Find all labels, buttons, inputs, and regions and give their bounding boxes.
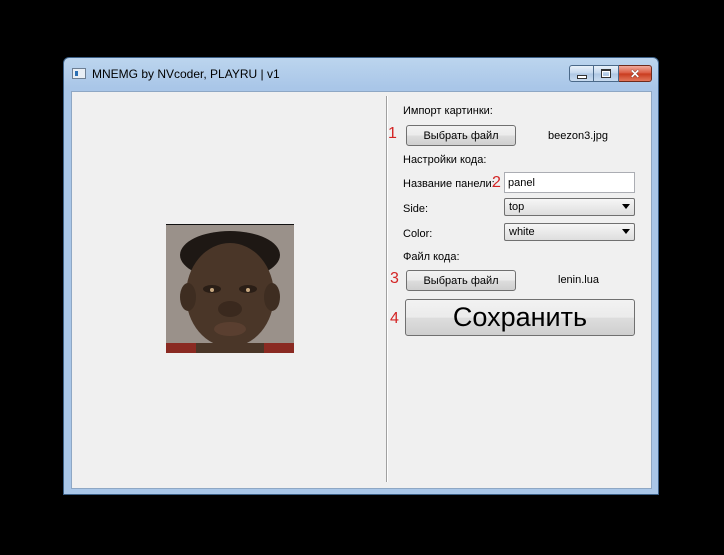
window-title: MNEMG by NVcoder, PLAYRU | v1 xyxy=(92,67,280,81)
app-window: MNEMG by NVcoder, PLAYRU | v1 ✕ Импорт к… xyxy=(63,57,659,495)
image-file-name: beezon3.jpg xyxy=(548,130,608,142)
marker-1: 1 xyxy=(388,125,397,142)
minimize-button[interactable] xyxy=(569,65,594,82)
panel-name-label: Название панели: xyxy=(403,178,495,190)
side-select-value: top xyxy=(509,201,525,213)
title-bar[interactable]: MNEMG by NVcoder, PLAYRU | v1 ✕ xyxy=(64,58,658,90)
color-label: Color: xyxy=(403,228,433,240)
save-button[interactable]: Сохранить xyxy=(405,299,635,336)
import-label: Импорт картинки: xyxy=(403,105,493,117)
client-area: Импорт картинки: 1 Выбрать файл beezon3.… xyxy=(71,91,652,489)
panel-divider xyxy=(386,96,387,482)
color-select-value: white xyxy=(509,226,535,238)
side-label: Side: xyxy=(403,203,429,215)
panel-name-input[interactable]: panel xyxy=(504,172,635,193)
close-button[interactable]: ✕ xyxy=(619,65,652,82)
side-select[interactable]: top xyxy=(504,198,635,216)
chevron-down-icon xyxy=(622,229,630,234)
code-file-label: Файл кода: xyxy=(403,251,460,263)
app-icon xyxy=(72,68,86,79)
photo-preview-image xyxy=(166,225,294,353)
caption-buttons: ✕ xyxy=(569,65,652,83)
maximize-button[interactable] xyxy=(594,65,619,82)
close-icon: ✕ xyxy=(629,66,641,81)
marker-2: 2 xyxy=(492,174,501,191)
marker-4: 4 xyxy=(390,310,399,327)
color-select[interactable]: white xyxy=(504,223,635,241)
code-file-name: lenin.lua xyxy=(558,274,599,286)
code-settings-label: Настройки кода: xyxy=(403,154,487,166)
photo-preview xyxy=(166,224,294,353)
minimize-icon xyxy=(576,74,587,79)
marker-3: 3 xyxy=(390,270,399,287)
choose-image-button[interactable]: Выбрать файл xyxy=(406,125,516,146)
choose-code-button[interactable]: Выбрать файл xyxy=(406,270,516,291)
maximize-icon xyxy=(601,69,611,78)
chevron-down-icon xyxy=(622,204,630,209)
